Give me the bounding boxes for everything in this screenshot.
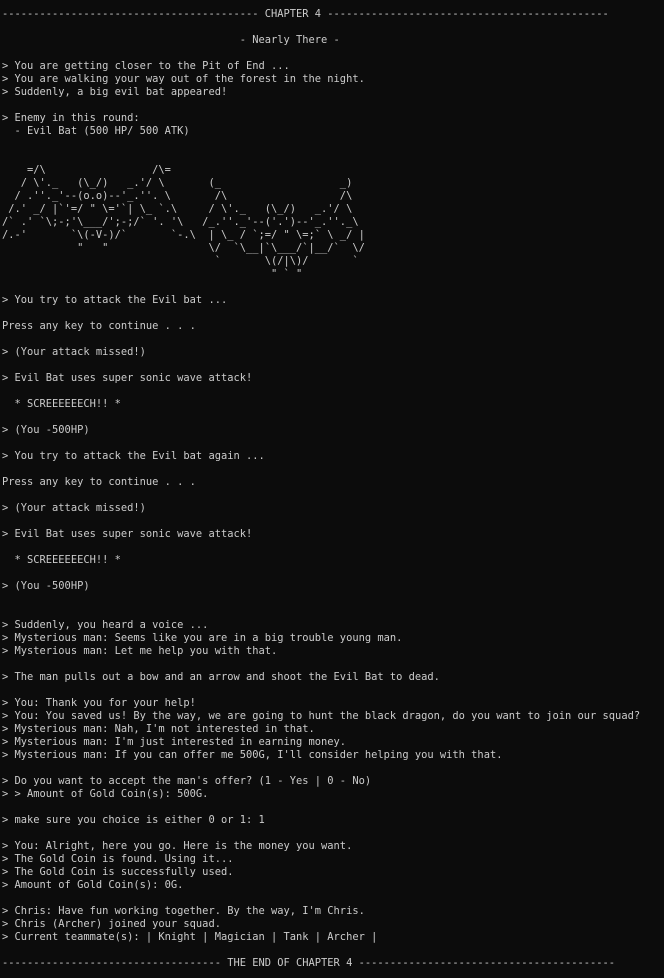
console-line: ----------------------------------- THE … <box>2 957 616 969</box>
console-line: > Mysterious man: Seems like you are in … <box>2 632 403 644</box>
console-line: > Suddenly, you heard a voice ... <box>2 619 209 631</box>
console-line: * SCREEEEEECH!! * <box>2 398 121 410</box>
console-line: > Mysterious man: Let me help you with t… <box>2 645 278 657</box>
console-line: Press any key to continue . . . <box>2 476 196 488</box>
console-line: > make sure you choice is either 0 or 1:… <box>2 814 265 826</box>
console-line: =/\ /\= <box>2 164 171 176</box>
console-line: > Mysterious man: If you can offer me 50… <box>2 749 503 761</box>
console-line: > Chris (Archer) joined your squad. <box>2 918 221 930</box>
console-line: > > Amount of Gold Coin(s): 500G. <box>2 788 209 800</box>
console-line: > Evil Bat uses super sonic wave attack! <box>2 528 253 540</box>
console-line: ----------------------------------------… <box>2 8 609 20</box>
console-line: > You: You saved us! By the way, we are … <box>2 710 641 722</box>
console-line: - Nearly There - <box>2 34 340 46</box>
console-line: > Suddenly, a big evil bat appeared! <box>2 86 228 98</box>
console-line: > You are getting closer to the Pit of E… <box>2 60 290 72</box>
console-line: > The Gold Coin is successfully used. <box>2 866 234 878</box>
console-line: ` \(/|\)/ ` <box>2 255 359 267</box>
console-line: > Chris: Have fun working together. By t… <box>2 905 365 917</box>
console-line: > Evil Bat uses super sonic wave attack! <box>2 372 253 384</box>
console-line: > (You -500HP) <box>2 424 90 436</box>
console-line: /.-' `\(-V-)/` `-.\ | \_ / `;=/ " \=;` \… <box>2 229 365 241</box>
console-line: > (Your attack missed!) <box>2 502 146 514</box>
console-line: /.' _/ |`'=/ " \='`| \_ `.\ / \'._ (\_/)… <box>2 203 353 215</box>
console-line: > Current teammate(s): | Knight | Magici… <box>2 931 378 943</box>
console-line: - Evil Bat (500 HP/ 500 ATK) <box>2 125 190 137</box>
console-line: > The man pulls out a bow and an arrow a… <box>2 671 440 683</box>
console-line: /` .' `\;-;'\___/';-;/` '. '\ /_.''._'--… <box>2 216 359 228</box>
console-line: > You: Thank you for your help! <box>2 697 196 709</box>
console-line: > Mysterious man: I'm just interested in… <box>2 736 347 748</box>
console-line: > (You -500HP) <box>2 580 90 592</box>
console-line: > You try to attack the Evil bat again .… <box>2 450 265 462</box>
console-line: > Do you want to accept the man's offer?… <box>2 775 372 787</box>
console-line: " " \/ `\__|`\___/`|__/` \/ <box>2 242 365 254</box>
console-line: Press any key to continue . . . <box>2 320 196 332</box>
console-line: > Enemy in this round: <box>2 112 140 124</box>
terminal-output: ----------------------------------------… <box>0 0 664 978</box>
console-line: > The Gold Coin is found. Using it... <box>2 853 234 865</box>
console-line: / .''._'--(o.o)--'_.''. \ /\ /\ <box>2 190 353 202</box>
console-line: > Mysterious man: Nah, I'm not intereste… <box>2 723 315 735</box>
console-line: * SCREEEEEECH!! * <box>2 554 121 566</box>
console-line: > You are walking your way out of the fo… <box>2 73 365 85</box>
console-line: / \'._ (\_/) _.'/ \ (_ _) <box>2 177 353 189</box>
console-line: > Amount of Gold Coin(s): 0G. <box>2 879 184 891</box>
console-line: > You: Alright, here you go. Here is the… <box>2 840 353 852</box>
console-line: > (Your attack missed!) <box>2 346 146 358</box>
console-line: > You try to attack the Evil bat ... <box>2 294 228 306</box>
console-line: " ` " <box>2 268 303 280</box>
